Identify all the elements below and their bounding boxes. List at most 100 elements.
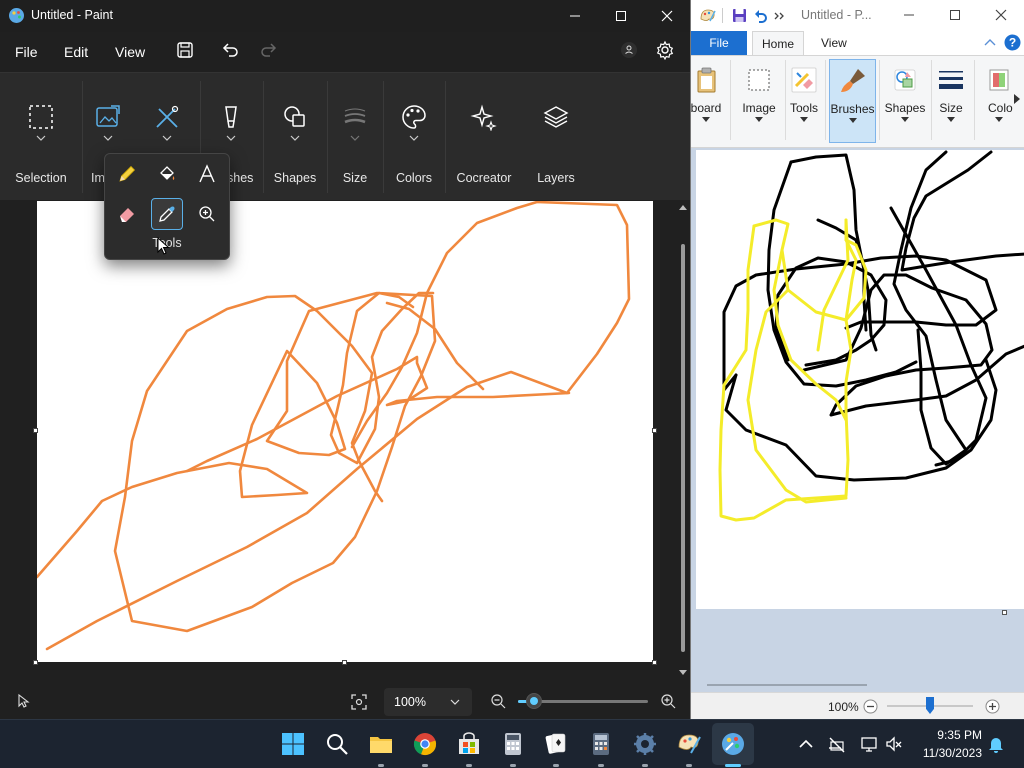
classic-group-colors[interactable]: Colo — [980, 59, 1018, 143]
fit-to-window-icon[interactable] — [350, 693, 368, 711]
search-icon[interactable] — [324, 731, 350, 757]
pencil-tool[interactable] — [111, 158, 143, 190]
ribbon-cocreator[interactable]: Cocreator — [445, 73, 523, 201]
resize-handle[interactable] — [652, 660, 657, 665]
classic-save-icon[interactable] — [732, 8, 747, 23]
ribbon-size[interactable]: Size — [327, 73, 383, 201]
classic-zoom-in-icon[interactable] — [985, 699, 1000, 714]
calculator-app-icon[interactable] — [500, 731, 526, 757]
active-indicator — [725, 764, 741, 767]
menu-view[interactable]: View — [115, 44, 145, 60]
classic-undo-icon[interactable] — [753, 8, 768, 23]
paint-app-icon — [9, 8, 24, 23]
classic-tab-view[interactable]: View — [821, 31, 847, 55]
chevron-down-icon — [290, 135, 300, 141]
classic-title-bar[interactable]: Untitled - P... — [691, 0, 1024, 31]
store-icon[interactable] — [456, 731, 482, 757]
zoom-slider-thumb[interactable] — [525, 693, 542, 709]
volume-muted-icon[interactable] — [884, 734, 904, 754]
classic-tools-icon — [791, 67, 817, 93]
notification-bell-icon[interactable] — [986, 734, 1006, 754]
chevron-down-icon — [226, 135, 236, 141]
clock-date[interactable]: 11/30/2023 — [912, 746, 982, 760]
ribbon-shapes-label: Shapes — [273, 171, 317, 185]
minimize-button[interactable] — [552, 0, 598, 32]
ribbon-size-label: Size — [342, 171, 368, 185]
classic-redo-icon[interactable] — [772, 9, 786, 23]
classic-maximize-icon[interactable] — [949, 9, 961, 21]
classic-zoom-slider[interactable] — [887, 697, 973, 714]
running-indicator — [510, 764, 516, 767]
ribbon-collapse-icon[interactable] — [984, 38, 996, 46]
ribbon-layers[interactable]: Layers — [523, 73, 589, 201]
menu-file[interactable]: File — [15, 44, 38, 60]
paint-classic-taskbar-icon[interactable] — [676, 731, 702, 757]
classic-zoom-thumb[interactable] — [926, 697, 934, 714]
eraser-tool[interactable] — [111, 198, 143, 230]
ribbon-layers-label: Layers — [537, 171, 575, 185]
paint-taskbar-button[interactable] — [712, 723, 754, 765]
ribbon-scroll-right-icon[interactable] — [1014, 94, 1020, 104]
fill-tool[interactable] — [151, 158, 183, 190]
zoom-slider[interactable] — [518, 693, 648, 709]
menu-edit[interactable]: Edit — [64, 44, 88, 60]
zoom-in-icon[interactable] — [660, 693, 677, 710]
text-tool[interactable] — [191, 158, 223, 190]
classic-minimize-icon[interactable] — [903, 9, 915, 21]
chrome-icon[interactable] — [412, 731, 438, 757]
classic-tab-home[interactable]: Home — [752, 31, 805, 55]
vertical-scrollbar[interactable] — [678, 200, 688, 684]
clock-time[interactable]: 9:35 PM — [920, 728, 982, 742]
tools-icon — [156, 105, 179, 128]
close-button[interactable] — [644, 0, 690, 32]
monitor-icon[interactable] — [860, 734, 880, 754]
ribbon-separator — [974, 60, 975, 140]
classic-group-shapes[interactable]: Shapes — [881, 59, 929, 143]
classic-close-icon[interactable] — [995, 9, 1007, 21]
classic-group-image[interactable]: Image — [735, 59, 783, 143]
ribbon-shapes[interactable]: Shapes — [263, 73, 327, 201]
save-icon[interactable] — [175, 40, 195, 60]
redo-icon[interactable] — [259, 40, 279, 60]
account-icon[interactable] — [619, 40, 639, 60]
solitaire-icon[interactable] — [543, 731, 569, 757]
settings-gear-icon[interactable] — [655, 40, 675, 60]
text-icon — [199, 164, 215, 183]
chevron-down-icon — [755, 117, 763, 122]
help-icon[interactable]: ? — [1004, 34, 1021, 51]
zoom-dropdown[interactable]: 100% — [384, 688, 472, 716]
classic-drawing-canvas[interactable] — [696, 150, 1024, 609]
maximize-button[interactable] — [598, 0, 644, 32]
chevron-up-icon[interactable] — [796, 734, 816, 754]
network-disconnected-icon[interactable] — [827, 734, 847, 754]
color-picker-tool[interactable] — [151, 198, 183, 230]
classic-group-tools[interactable]: Tools — [783, 59, 825, 143]
classic-ribbon: board Image Tools Brushes Shapes Size Co… — [691, 55, 1024, 148]
orange-strokes — [35, 200, 631, 651]
resize-handle[interactable] — [342, 660, 347, 665]
classic-brushes-label: Brushes — [830, 102, 875, 116]
classic-zoom-out-icon[interactable] — [863, 699, 878, 714]
classic-resize-handle[interactable] — [1002, 610, 1007, 615]
title-bar[interactable]: Untitled - Paint — [0, 0, 690, 32]
chevron-down-icon — [702, 117, 710, 122]
resize-handle[interactable] — [652, 428, 657, 433]
magnifier-tool[interactable] — [191, 198, 223, 230]
settings-icon[interactable] — [632, 731, 658, 757]
calculator-icon[interactable] — [588, 731, 614, 757]
classic-group-size[interactable]: Size — [929, 59, 973, 143]
start-windows-icon[interactable] — [280, 731, 306, 757]
classic-group-brushes[interactable]: Brushes — [829, 59, 876, 143]
zoom-out-icon[interactable] — [490, 693, 507, 710]
ribbon-selection[interactable]: Selection — [0, 73, 82, 201]
resize-handle[interactable] — [33, 660, 38, 665]
classic-tab-file[interactable]: File — [691, 31, 747, 55]
classic-horizontal-scrollbar[interactable] — [707, 684, 867, 686]
resize-handle[interactable] — [33, 428, 38, 433]
running-indicator — [686, 764, 692, 767]
classic-group-clipboard[interactable]: board — [691, 59, 729, 143]
drawing-canvas[interactable] — [35, 200, 653, 662]
ribbon-colors[interactable]: Colors — [383, 73, 445, 201]
undo-icon[interactable] — [220, 40, 240, 60]
file-explorer-icon[interactable] — [368, 731, 394, 757]
